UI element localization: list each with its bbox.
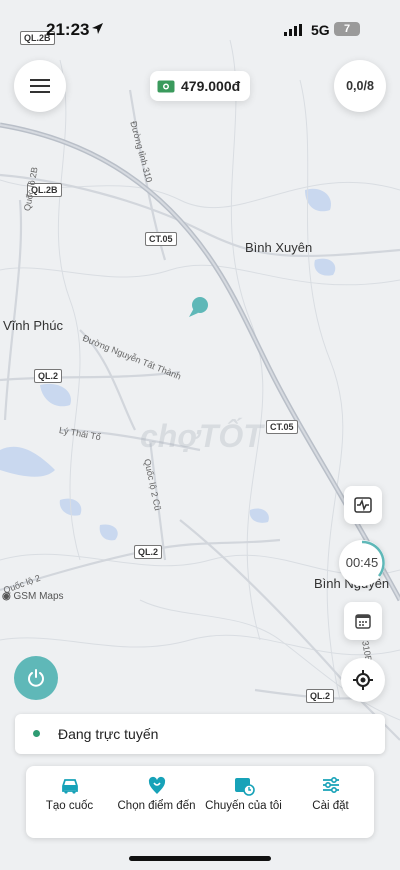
nav-item-cai-dat[interactable]: Cài đặt [287, 766, 374, 838]
home-indicator[interactable] [129, 856, 271, 861]
nav-item-tao-cuoc[interactable]: Tạo cuốc [26, 766, 113, 838]
nav-label: Cài đặt [312, 800, 349, 812]
power-icon [28, 669, 44, 687]
location-arrow-icon [92, 23, 103, 34]
watermark-logo: chợTỐT [140, 418, 263, 454]
map-label-vinh-phuc: Vĩnh Phúc [3, 318, 63, 333]
map-label-binh-xuyen: Bình Xuyên [245, 240, 313, 255]
battery-indicator: 7 [334, 22, 360, 36]
calendar-clock-icon [235, 778, 255, 796]
network-type: 5G [311, 22, 330, 38]
crosshair-icon [353, 670, 373, 690]
status-bar: 21:23 5G 7 [0, 0, 400, 44]
money-icon [157, 80, 175, 92]
trip-counter-button[interactable]: 0,0/8 [334, 60, 386, 112]
road-tag: QL.2 [306, 689, 335, 703]
location-marker-icon [189, 297, 208, 317]
nav-label: Chuyến của tôi [205, 800, 282, 812]
activity-button[interactable] [344, 486, 382, 524]
map-attribution: ◉ GSM Maps [2, 591, 64, 602]
nav-item-chuyen-cua-toi[interactable]: Chuyến của tôi [200, 766, 287, 838]
road-tag: CT.05 [145, 232, 177, 246]
timer-value: 00:45 [345, 555, 379, 570]
online-status-bar[interactable]: Đang trực tuyến [15, 714, 385, 754]
online-status-text: Đang trực tuyến [58, 726, 159, 742]
menu-button[interactable] [14, 60, 66, 112]
bottom-nav: Tạo cuốc Chọn điểm đến Chuyến của tôi Cà… [26, 766, 374, 838]
car-icon [62, 779, 78, 794]
heart-pin-icon [148, 776, 166, 794]
wallet-balance[interactable]: 479.000đ [150, 71, 250, 101]
hamburger-icon [30, 79, 50, 93]
wallet-amount: 479.000đ [181, 78, 241, 94]
power-toggle-button[interactable] [14, 656, 58, 700]
nav-item-chon-diem-den[interactable]: Chọn điểm đến [113, 766, 200, 838]
signal-icon [284, 24, 302, 36]
calendar-icon [355, 614, 371, 629]
recenter-button[interactable] [341, 658, 385, 702]
nav-label: Chọn điểm đến [117, 800, 196, 812]
nav-label: Tạo cuốc [45, 800, 94, 812]
status-time: 21:23 [46, 20, 90, 39]
road-tag: QL.2 [34, 369, 63, 383]
calendar-button[interactable] [344, 602, 382, 640]
road-tag: QL.2 [134, 545, 163, 559]
sliders-icon [323, 776, 339, 794]
road-tag: CT.05 [266, 420, 298, 434]
countdown-timer: 00:45 [339, 540, 385, 586]
pulse-icon [354, 497, 372, 513]
online-dot [33, 730, 40, 737]
trip-counter: 0,0/8 [346, 79, 374, 93]
